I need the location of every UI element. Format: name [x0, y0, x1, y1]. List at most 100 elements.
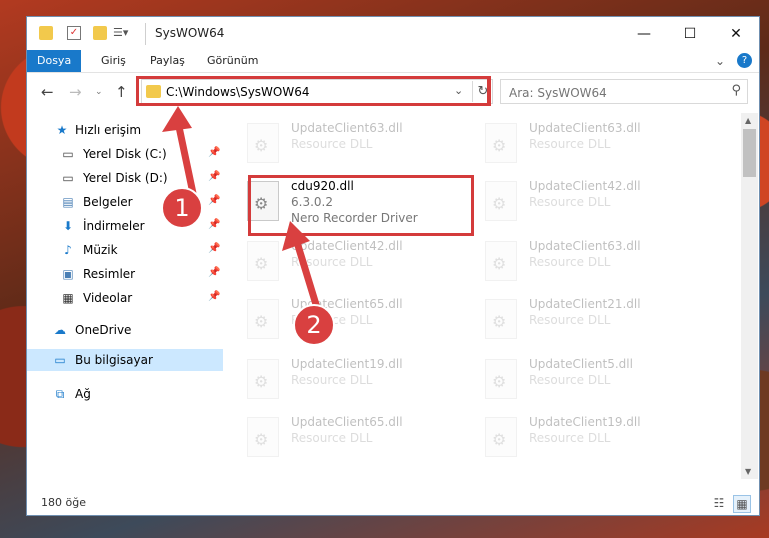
vertical-scrollbar[interactable]: ▲ ▼	[741, 113, 758, 479]
help-icon[interactable]: ?	[737, 53, 752, 68]
properties-icon[interactable]: ✓	[67, 26, 81, 40]
nav-item-videos[interactable]: ▦ Videolar 📌	[27, 287, 223, 309]
music-icon: ♪	[64, 243, 72, 257]
search-input[interactable]	[507, 83, 721, 102]
nav-item-network[interactable]: ⧉ Ağ	[27, 383, 223, 405]
pin-icon[interactable]: 📌	[208, 243, 220, 254]
details-view-icon[interactable]: ☷	[711, 495, 727, 511]
tab-paylas[interactable]: Paylaş	[150, 50, 185, 72]
file-name: UpdateClient63.dll	[291, 121, 403, 135]
file-item[interactable]: ⚙ UpdateClient63.dll Resource DLL	[471, 117, 701, 169]
file-description: Resource DLL	[529, 195, 611, 209]
nav-label: Bu bilgisayar	[75, 353, 153, 367]
file-description: Resource DLL	[529, 373, 611, 387]
nav-label: Videolar	[83, 291, 133, 305]
minimize-button[interactable]: —	[621, 17, 667, 50]
large-icons-view-icon[interactable]: ▦	[733, 495, 751, 513]
file-item[interactable]: ⚙ UpdateClient65.dll Resource DLL	[233, 411, 463, 463]
dll-file-icon: ⚙	[247, 241, 279, 281]
drive-icon: ▭	[62, 147, 74, 161]
star-icon: ★	[56, 123, 68, 137]
file-description: Resource DLL	[529, 431, 611, 445]
nav-label: Ağ	[75, 387, 91, 401]
dll-file-icon: ⚙	[485, 241, 517, 281]
file-item[interactable]: ⚙ UpdateClient63.dll Resource DLL	[471, 235, 701, 287]
file-name: UpdateClient42.dll	[529, 179, 641, 193]
forward-button[interactable]: →	[69, 83, 82, 101]
gear-icon: ⚙	[254, 312, 269, 331]
title-separator	[145, 23, 146, 45]
dll-file-icon: ⚙	[247, 359, 279, 399]
videos-icon: ▦	[62, 291, 74, 305]
recent-locations-button[interactable]: ⌄	[95, 83, 103, 101]
new-folder-icon[interactable]	[93, 26, 107, 40]
maximize-button[interactable]: ☐	[667, 17, 713, 50]
nav-item-music[interactable]: ♪ Müzik 📌	[27, 239, 223, 261]
gear-icon: ⚙	[492, 194, 507, 213]
tab-gorunum[interactable]: Görünüm	[207, 50, 258, 72]
up-button[interactable]: ↑	[115, 83, 128, 101]
search-icon[interactable]: ⚲	[731, 83, 741, 98]
scroll-up-icon[interactable]: ▲	[745, 116, 751, 125]
gear-icon: ⚙	[254, 372, 269, 391]
scroll-down-icon[interactable]: ▼	[745, 467, 751, 476]
download-icon: ⬇	[62, 219, 74, 233]
file-item[interactable]: ⚙ UpdateClient5.dll Resource DLL	[471, 353, 701, 405]
gear-icon: ⚙	[254, 430, 269, 449]
dll-file-icon: ⚙	[485, 359, 517, 399]
file-name: UpdateClient5.dll	[529, 357, 633, 371]
address-highlight-end	[469, 76, 491, 106]
dll-file-icon: ⚙	[247, 417, 279, 457]
dll-file-icon: ⚙	[485, 299, 517, 339]
file-item[interactable]: ⚙ UpdateClient63.dll Resource DLL	[233, 117, 463, 169]
folder-icon	[39, 26, 53, 40]
file-name: UpdateClient63.dll	[529, 121, 641, 135]
scroll-thumb[interactable]	[743, 129, 756, 177]
ribbon-expand-icon[interactable]: ⌄	[715, 50, 725, 72]
callout-badge-1: 1	[161, 187, 203, 229]
customize-toolbar-icon[interactable]: ☰▾	[113, 26, 128, 40]
nav-label: OneDrive	[75, 323, 132, 337]
computer-icon: ▭	[54, 353, 66, 367]
file-description: Resource DLL	[291, 373, 373, 387]
back-button[interactable]: ←	[41, 83, 54, 101]
close-button[interactable]: ✕	[713, 17, 759, 50]
item-count: 180 öğe	[41, 496, 86, 509]
pin-icon[interactable]: 📌	[208, 219, 220, 230]
pin-icon[interactable]: 📌	[208, 267, 220, 278]
file-description: Resource DLL	[291, 137, 373, 151]
nav-label: Müzik	[83, 243, 118, 257]
gear-icon: ⚙	[492, 254, 507, 273]
file-item[interactable]: ⚙ UpdateClient19.dll Resource DLL	[471, 411, 701, 463]
nav-label: İndirmeler	[83, 219, 145, 233]
file-name: UpdateClient65.dll	[291, 415, 403, 429]
tab-dosya[interactable]: Dosya	[27, 50, 82, 72]
pictures-icon: ▣	[62, 267, 74, 281]
documents-icon: ▤	[62, 195, 74, 209]
nav-item-pictures[interactable]: ▣ Resimler 📌	[27, 263, 223, 285]
pin-icon[interactable]: 📌	[208, 291, 220, 302]
callout-badge-2: 2	[293, 304, 335, 346]
drive-icon: ▭	[62, 171, 74, 185]
file-item[interactable]: ⚙ UpdateClient19.dll Resource DLL	[233, 353, 463, 405]
dll-file-icon: ⚙	[485, 417, 517, 457]
gear-icon: ⚙	[254, 254, 269, 273]
gear-icon: ⚙	[492, 136, 507, 155]
file-item[interactable]: ⚙ UpdateClient21.dll Resource DLL	[471, 293, 701, 345]
dll-file-icon: ⚙	[247, 299, 279, 339]
file-item[interactable]: ⚙ UpdateClient42.dll Resource DLL	[471, 175, 701, 227]
network-icon: ⧉	[55, 387, 65, 401]
ribbon-tabs: Dosya Giriş Paylaş Görünüm ⌄ ?	[27, 50, 759, 73]
gear-icon: ⚙	[492, 430, 507, 449]
file-description: Resource DLL	[529, 313, 611, 327]
file-name: UpdateClient63.dll	[529, 239, 641, 253]
file-description: Resource DLL	[291, 431, 373, 445]
file-name: UpdateClient21.dll	[529, 297, 641, 311]
status-bar: 180 öğe ☷ ▦	[27, 493, 759, 515]
nav-item-onedrive[interactable]: ☁ OneDrive	[27, 319, 223, 341]
search-box[interactable]: ⚲	[500, 79, 748, 104]
nav-item-this-pc[interactable]: ▭ Bu bilgisayar	[27, 349, 223, 371]
nav-label: Resimler	[83, 267, 136, 281]
file-name: UpdateClient19.dll	[529, 415, 641, 429]
tab-giris[interactable]: Giriş	[101, 50, 126, 72]
